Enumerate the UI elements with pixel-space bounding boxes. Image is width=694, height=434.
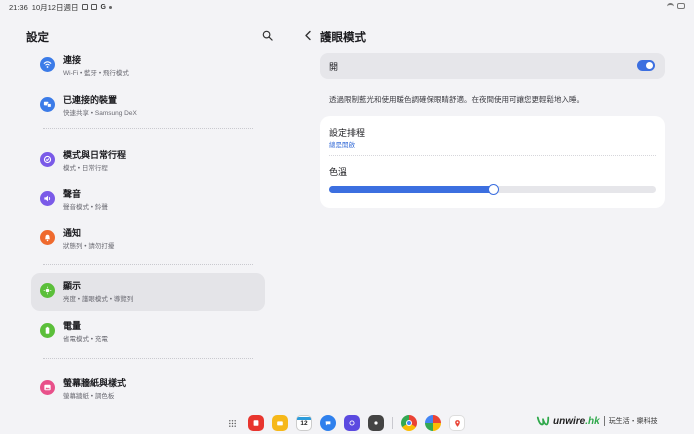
unwire-logo-icon <box>536 416 550 426</box>
screenshot-icon <box>82 4 89 10</box>
sidebar-item-subtitle: 螢幕牆紙 • 調色板 <box>63 393 115 400</box>
sidebar-item-label: 模式與日常行程 <box>63 150 127 160</box>
eye-comfort-switch[interactable] <box>637 60 655 71</box>
page-title: 護眼模式 <box>320 32 366 44</box>
toggle-label: 開 <box>329 62 339 72</box>
sidebar-item-subtitle: 聲音模式 • 鈴聲 <box>63 204 108 211</box>
sidebar-item-label: 聲音 <box>63 189 82 199</box>
media-icon <box>91 4 98 10</box>
folder-app-icon[interactable] <box>272 415 288 431</box>
sidebar-item-label: 顯示 <box>63 281 82 291</box>
sidebar-item-subtitle: 模式 • 日常行程 <box>63 165 108 172</box>
status-date: 10月12日週日 <box>31 2 79 12</box>
wifi-status-icon <box>667 3 674 9</box>
chrome-app-icon[interactable] <box>401 415 417 431</box>
unwire-watermark: unwire.hk 玩生活・樂科技 <box>536 413 658 429</box>
calendar-app-icon[interactable]: 12 <box>296 415 312 431</box>
battery-icon <box>40 323 55 338</box>
schedule-row[interactable]: 設定排程 總是開啟 <box>320 116 665 154</box>
sidebar-item-label: 螢幕牆紙與樣式 <box>63 378 127 388</box>
back-icon[interactable] <box>303 30 313 41</box>
schedule-title: 設定排程 <box>329 128 366 138</box>
switch-knob <box>646 62 653 69</box>
sidebar-item-label: 連接 <box>63 55 82 65</box>
messages-app-icon[interactable] <box>320 415 336 431</box>
status-bar: 21:36 10月12日週日 G <box>0 0 694 14</box>
sidebar-item-sound[interactable]: 聲音 聲音模式 • 鈴聲 <box>31 181 265 219</box>
wifi-icon <box>40 57 55 72</box>
list-divider <box>43 358 253 359</box>
sidebar-item-connected-devices[interactable]: 已連接的裝置 快速共享 • Samsung DeX <box>31 87 265 125</box>
sound-icon <box>40 191 55 206</box>
more-notifications-icon <box>108 5 112 9</box>
camera-app-icon[interactable] <box>368 415 384 431</box>
status-time: 21:36 <box>9 2 28 12</box>
sidebar-item-notifications[interactable]: 通知 狀態列 • 請勿打擾 <box>31 220 265 258</box>
google-icon: G <box>100 3 106 11</box>
status-right-icons <box>667 3 685 9</box>
brand-name: unwire.hk <box>553 415 600 427</box>
sidebar-item-label: 通知 <box>63 228 82 238</box>
wallpaper-icon <box>40 380 55 395</box>
sidebar-item-subtitle: Wi-Fi • 藍牙 • 飛行模式 <box>63 70 129 77</box>
sidebar-item-subtitle: 亮度 • 護眼模式 • 導覽列 <box>63 296 134 303</box>
sidebar-item-label: 已連接的裝置 <box>63 95 118 105</box>
eye-comfort-toggle-row[interactable]: 開 <box>320 53 665 79</box>
card-divider <box>329 155 656 156</box>
bell-icon <box>40 230 55 245</box>
slider-thumb[interactable] <box>487 184 499 195</box>
photos-app-icon[interactable] <box>425 415 441 431</box>
assistant-app-icon[interactable] <box>344 415 360 431</box>
sidebar-item-modes-routines[interactable]: 模式與日常行程 模式 • 日常行程 <box>31 142 265 180</box>
sidebar-item-battery[interactable]: 電量 省電模式 • 充電 <box>31 313 265 351</box>
app-drawer-icon[interactable] <box>224 415 240 431</box>
brand-tagline: 玩生活・樂科技 <box>603 416 658 426</box>
slider-fill <box>329 186 493 193</box>
taskbar: 12 <box>224 412 473 434</box>
list-divider <box>43 264 253 265</box>
calendar-day: 12 <box>300 420 308 427</box>
eye-comfort-description: 透過限制藍光和使用暖色調確保眼睛舒適。在夜間使用可讓您更輕鬆地入睡。 <box>329 95 584 104</box>
sidebar-item-subtitle: 快速共享 • Samsung DeX <box>63 110 137 117</box>
display-icon <box>40 283 55 298</box>
sidebar-item-subtitle: 狀態列 • 請勿打擾 <box>63 243 115 250</box>
sidebar-item-label: 電量 <box>63 321 82 331</box>
devices-icon <box>40 97 55 112</box>
sidebar-item-subtitle: 省電模式 • 充電 <box>63 336 108 343</box>
sidebar-item-display[interactable]: 顯示 亮度 • 護眼模式 • 導覽列 <box>31 273 265 311</box>
modes-icon <box>40 152 55 167</box>
color-temperature-title: 色溫 <box>329 167 348 177</box>
notes-app-icon[interactable] <box>248 415 264 431</box>
eye-comfort-settings-card: 設定排程 總是開啟 色溫 <box>320 116 665 208</box>
search-icon[interactable] <box>262 30 273 41</box>
schedule-value: 總是開啟 <box>329 142 355 149</box>
battery-status-icon <box>677 3 685 9</box>
sidebar-item-wallpaper-style[interactable]: 螢幕牆紙與樣式 螢幕牆紙 • 調色板 <box>31 370 265 408</box>
color-temperature-slider[interactable] <box>329 184 656 195</box>
settings-title: 設定 <box>26 32 49 44</box>
list-divider <box>43 128 253 129</box>
sidebar-item-connections[interactable]: 連接 Wi-Fi • 藍牙 • 飛行模式 <box>31 47 265 85</box>
taskbar-divider <box>392 417 393 429</box>
maps-app-icon[interactable] <box>449 415 465 431</box>
